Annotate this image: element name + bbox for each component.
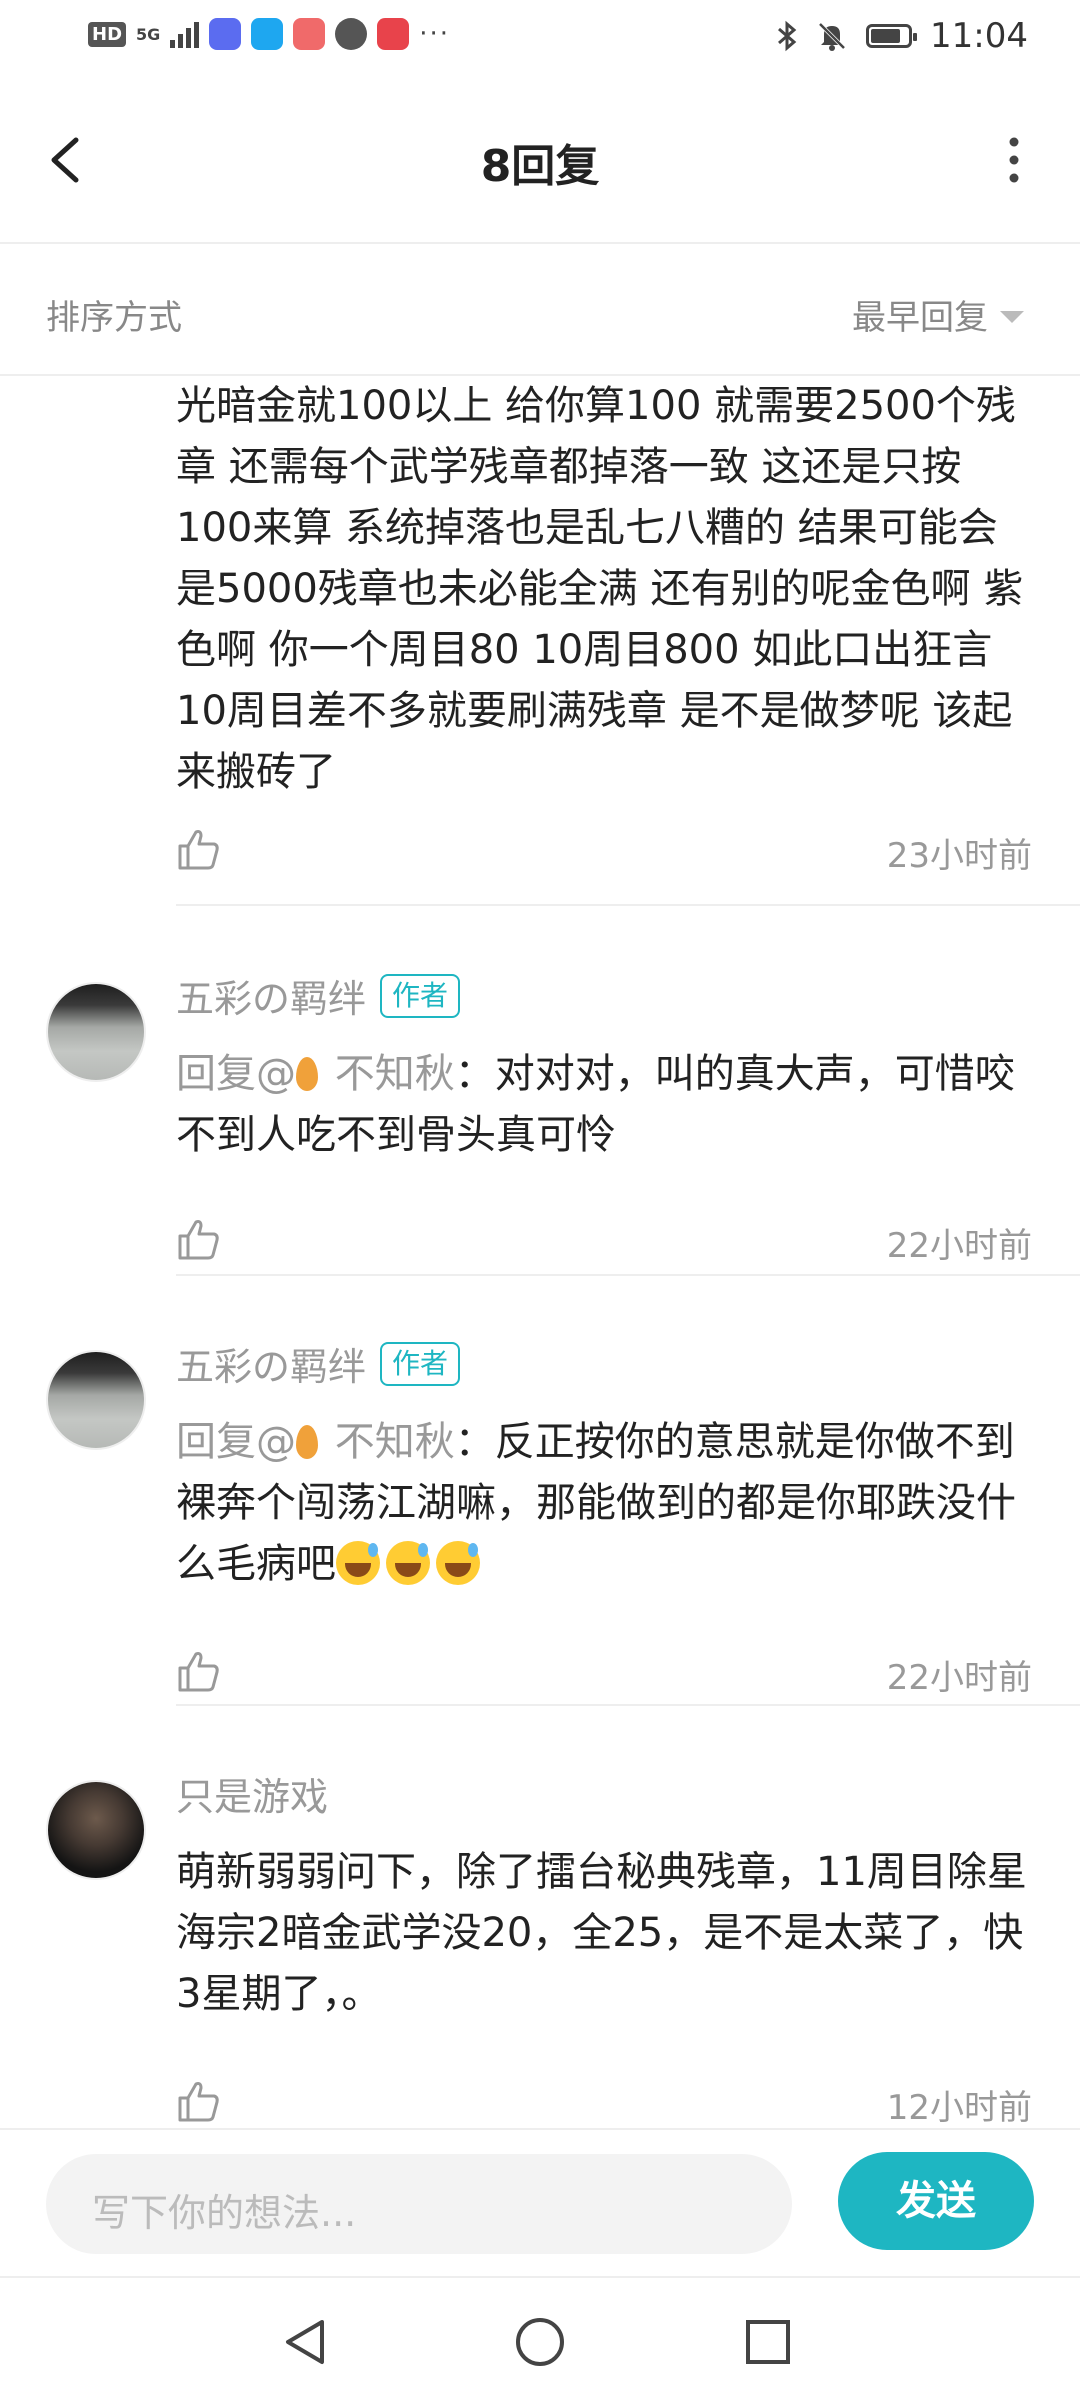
reply-text: 回复@ 不知秋：反正按你的意思就是你做不到裸奔个闯荡江湖嘛，那能做到的都是你耶跌… [176,1412,1036,1595]
username[interactable]: 五彩の羁绊 [176,968,366,1023]
mention-name[interactable]: 不知秋 [322,1051,455,1097]
mention-prefix: 回复@ [176,1051,296,1097]
status-right: 11:04 [776,16,1028,56]
sweat-smile-emoji-icon [436,1541,480,1585]
search-app-icon [251,18,284,50]
reply-input-bar: 写下你的想法... 发送 [0,2128,1080,2278]
avatar[interactable] [46,1780,146,1880]
network-type: 5G [136,24,161,44]
reply-input-placeholder: 写下你的想法... [92,2191,357,2235]
battery-level [871,29,900,43]
hd-indicator: HD [88,21,127,47]
status-bar: HD 5G ··· 11:04 [0,0,1080,80]
send-button[interactable]: 发送 [838,2152,1034,2250]
sweat-smile-emoji-icon [386,1541,430,1585]
peach-emoji-icon [296,1425,318,1459]
nav-recents-icon[interactable] [740,2314,796,2370]
username[interactable]: 只是游戏 [176,1766,328,1821]
bluetooth-icon [778,20,797,52]
reader-app-icon [377,18,410,50]
reply-time: 22小时前 [886,1226,1032,1266]
sweat-smile-emoji-icon [336,1541,380,1585]
nav-back-icon[interactable] [278,2314,334,2370]
reply-text: 萌新弱弱问下，除了擂台秘典残章，11周目除星海宗2暗金武学没20，全25，是不是… [176,1849,1027,2017]
divider [176,1274,1080,1276]
reply-input[interactable]: 写下你的想法... [46,2154,792,2254]
nav-home-icon[interactable] [512,2314,568,2370]
signal-icon [170,20,200,48]
huawei-app-icon [293,18,326,50]
thumbs-up-icon[interactable] [176,1216,222,1262]
system-nav-bar [0,2276,1080,2402]
thumbs-up-icon[interactable] [176,826,222,872]
reply-text: 光暗金就100以上 给你算100 就需要2500个残章 还需每个武学残章都掉落一… [176,383,1024,795]
username-row: 五彩の羁绊 作者 [176,968,461,1023]
mention-name[interactable]: 不知秋 [322,1419,455,1465]
clock: 11:04 [930,16,1028,56]
sort-value: 最早回复 [852,298,988,338]
music-app-icon [209,18,242,50]
reply-time: 23小时前 [886,836,1032,876]
thumbs-up-icon[interactable] [176,2078,222,2124]
mention-prefix: 回复@ [176,1419,296,1465]
status-left: HD 5G ··· [88,18,450,50]
divider [176,1704,1080,1706]
reply-text: 回复@ 不知秋：对对对，叫的真大声，可惜咬不到人吃不到骨头真可怜 [176,1044,1036,1166]
sort-bar: 排序方式 最早回复 [0,244,1080,376]
peach-emoji-icon [296,1057,318,1091]
author-badge: 作者 [380,973,461,1018]
reply-time: 12小时前 [886,2088,1032,2128]
avatar[interactable] [46,982,146,1082]
reply-time: 22小时前 [886,1658,1032,1698]
top-app-bar: 8回复 [0,80,1080,244]
username[interactable]: 五彩の羁绊 [176,1336,366,1391]
page-title: 8回复 [480,141,600,192]
author-badge: 作者 [380,1341,461,1386]
browser-app-icon [335,18,368,50]
username-row: 五彩の羁绊 作者 [176,1336,461,1391]
more-vertical-icon[interactable] [984,130,1044,190]
sort-label: 排序方式 [46,298,182,338]
mute-bell-icon [818,22,846,51]
dropdown-triangle-icon [1000,310,1024,323]
avatar[interactable] [46,1350,146,1450]
thumbs-up-icon[interactable] [176,1648,222,1694]
battery-icon [866,24,918,48]
more-notifications-icon: ··· [419,19,451,49]
divider [176,904,1080,906]
username-row: 只是游戏 [176,1766,328,1821]
sort-dropdown[interactable]: 最早回复 [852,290,1024,339]
